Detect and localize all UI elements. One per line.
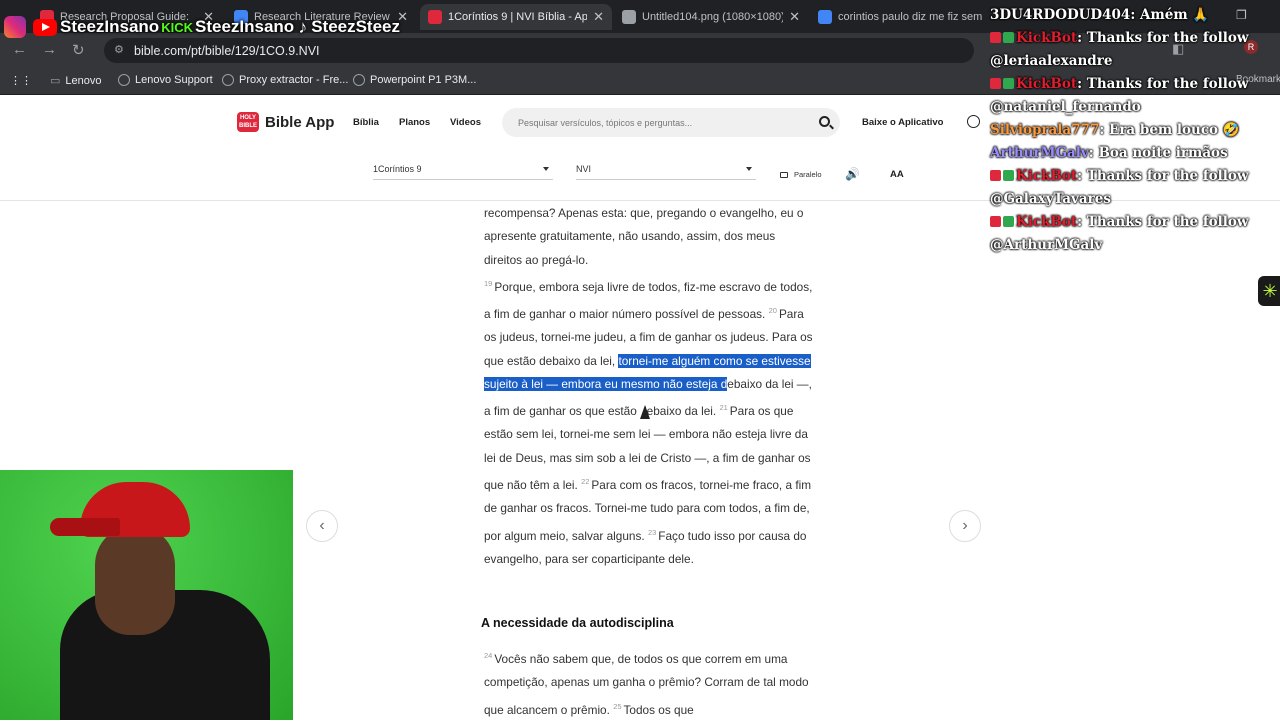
verse-number: 25 xyxy=(613,701,622,711)
webcam-feed xyxy=(0,470,293,720)
verified-badge-icon xyxy=(1003,216,1014,227)
streamer-face xyxy=(95,525,175,635)
apps-icon[interactable]: ⋮⋮ xyxy=(10,74,32,87)
chat-message: 3DU4RDODUD404: Amém 🙏 xyxy=(990,7,1210,23)
nav-videos[interactable]: Videos xyxy=(450,117,481,128)
tiktok-icon: ♪ xyxy=(298,16,308,37)
browser-tab[interactable]: Untitled104.png (1080×1080) ✕ xyxy=(614,4,808,30)
verified-badge-icon xyxy=(1003,32,1014,43)
verse-number: 24 xyxy=(484,651,493,660)
verse-number: 21 xyxy=(719,403,728,413)
address-bar[interactable]: ⚙ bible.com/pt/bible/129/1CO.9.NVI xyxy=(104,38,974,63)
next-chapter-button[interactable]: › xyxy=(949,510,981,542)
chat-message: KickBot: Thanks for the follow xyxy=(990,73,1280,96)
verse-number: 23 xyxy=(647,527,657,537)
mouse-cursor-icon xyxy=(640,405,650,419)
verified-badge-icon xyxy=(1003,78,1014,89)
download-app-link[interactable]: Baixe o Aplicativo xyxy=(862,117,943,128)
verse-number: 22 xyxy=(581,477,590,487)
bookmark-lenovo[interactable]: ▭ Lenovo xyxy=(50,74,102,88)
nav-biblia[interactable]: Bíblia xyxy=(353,117,379,128)
parallel-toggle[interactable]: Paralelo xyxy=(780,170,822,179)
verse-text: Todos os que xyxy=(623,702,694,717)
audio-speaker-icon[interactable]: 🔊 xyxy=(845,167,860,181)
chat-message: @GalaxyTavares xyxy=(990,191,1111,207)
globe-icon xyxy=(118,74,130,86)
stream-chat-overlay: 3DU4RDODUD404: Amém 🙏 KickBot: Thanks fo… xyxy=(990,4,1280,257)
chapter-text: recompensa? Apenas esta: que, pregando o… xyxy=(484,202,814,571)
reload-icon[interactable]: ↻ xyxy=(72,41,85,59)
globe-icon xyxy=(222,74,234,86)
chevron-down-icon xyxy=(543,167,549,171)
close-icon[interactable]: ✕ xyxy=(789,9,800,25)
tab-favicon-icon xyxy=(818,10,832,24)
chat-message: @nataniel_fernando xyxy=(990,99,1141,115)
chat-message: @leriaalexandre xyxy=(990,53,1113,69)
stream-handles-overlay: SteezInsano KICK SteezInsano ♪ SteezStee… xyxy=(0,14,400,40)
chat-message: KickBot: Thanks for the follow xyxy=(990,27,1280,50)
nav-planos[interactable]: Planos xyxy=(399,117,430,128)
version-select[interactable]: NVI xyxy=(576,158,756,180)
chat-message: Silvioprala777: Era bem louco 🤣 xyxy=(990,122,1240,138)
chat-message: KickBot: Thanks for the follow xyxy=(990,165,1280,188)
moderator-badge-icon xyxy=(990,216,1001,227)
chevron-right-icon: › xyxy=(962,517,968,534)
chat-message: ArthurMGalv: Boa noite irmãos xyxy=(990,145,1228,161)
chevron-down-icon xyxy=(746,167,752,171)
chat-message: @ArthurMGalv xyxy=(990,237,1103,253)
chat-message: KickBot: Thanks for the follow xyxy=(990,211,1280,234)
bookmark-powerpoint[interactable]: Powerpoint P1 P3M... xyxy=(353,74,476,86)
globe-icon[interactable] xyxy=(967,115,980,128)
book-select[interactable]: 1Coríntios 9 xyxy=(373,158,553,180)
tab-favicon-icon xyxy=(428,10,442,24)
bible-logo-icon: HOLY BIBLE xyxy=(237,112,259,132)
moderator-badge-icon xyxy=(990,170,1001,181)
extension-widget-icon[interactable]: ✳ xyxy=(1258,276,1280,306)
folder-icon: ▭ xyxy=(50,75,61,87)
globe-icon xyxy=(353,74,365,86)
font-settings-button[interactable]: AA xyxy=(890,169,904,180)
bible-app-logo[interactable]: HOLY BIBLE Bible App xyxy=(237,112,334,132)
section-heading: A necessidade da autodisciplina xyxy=(481,616,674,630)
moderator-badge-icon xyxy=(990,32,1001,43)
youtube-icon xyxy=(33,18,57,36)
instagram-icon xyxy=(4,16,26,38)
verse-text: Porque, embora seja livre de todos, fiz-… xyxy=(484,279,813,322)
previous-chapter-button[interactable]: ‹ xyxy=(306,510,338,542)
forward-icon[interactable]: → xyxy=(42,41,57,58)
search-input[interactable]: Pesquisar versículos, tópicos e pergunta… xyxy=(502,108,840,137)
parallel-icon xyxy=(780,171,788,178)
close-icon[interactable]: ✕ xyxy=(593,9,604,25)
site-info-icon[interactable]: ⚙ xyxy=(114,43,124,56)
verse-text: recompensa? Apenas esta: que, pregando o… xyxy=(484,206,804,267)
verse-number: 20 xyxy=(768,306,777,316)
verse-number: 19 xyxy=(484,278,493,288)
verified-badge-icon xyxy=(1003,170,1014,181)
tab-favicon-icon xyxy=(622,10,636,24)
chapter-text-continued: 24 Vocês não sabem que, de todos os que c… xyxy=(484,644,814,722)
browser-tab-active[interactable]: 1Coríntios 9 | NVI Bíblia - App ✕ xyxy=(420,4,612,30)
bookmark-proxy-extractor[interactable]: Proxy extractor - Fre... xyxy=(222,74,348,86)
moderator-badge-icon xyxy=(990,78,1001,89)
browser-tab[interactable]: corintios paulo diz me fiz sem xyxy=(810,4,990,30)
bookmark-lenovo-support[interactable]: Lenovo Support xyxy=(118,74,213,86)
kick-icon: KICK xyxy=(161,19,193,35)
search-icon[interactable] xyxy=(819,116,830,127)
chevron-left-icon: ‹ xyxy=(319,517,325,534)
back-icon[interactable]: ← xyxy=(12,41,27,58)
